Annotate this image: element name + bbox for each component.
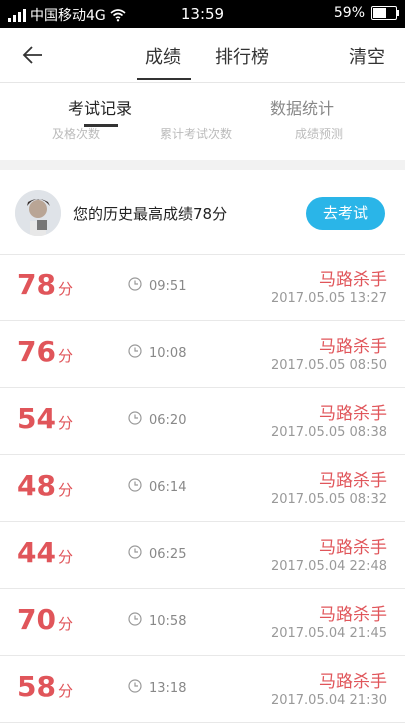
section-divider: [0, 160, 405, 170]
score-unit: 分: [57, 548, 73, 566]
record-title: 马路杀手: [319, 404, 387, 424]
record-title: 马路杀手: [319, 538, 387, 558]
score-value: 54: [17, 402, 56, 435]
record-row[interactable]: 58 分 13:18 马路杀手 2017.05.04 21:30: [0, 656, 405, 723]
status-bar: 中国移动4G 13:59 59%: [0, 0, 405, 28]
record-score: 44 分: [17, 536, 73, 569]
take-exam-button[interactable]: 去考试: [306, 197, 385, 230]
clock-icon: [128, 478, 142, 492]
record-title: 马路杀手: [319, 270, 387, 290]
record-score: 76 分: [17, 335, 73, 368]
tab-scores[interactable]: 成绩: [145, 43, 181, 69]
tab-ranking[interactable]: 排行榜: [215, 43, 269, 69]
record-row[interactable]: 48 分 06:14 马路杀手 2017.05.05 08:32: [0, 455, 405, 522]
score-value: 70: [17, 603, 56, 636]
stat-label-total-exams: 累计考试次数: [160, 127, 233, 141]
score-value: 48: [17, 469, 56, 502]
record-duration: 10:58: [149, 614, 187, 629]
back-arrow-icon[interactable]: [20, 40, 50, 70]
record-date: 2017.05.05 08:38: [270, 425, 387, 440]
record-duration: 06:25: [149, 547, 187, 562]
record-score: 48 分: [17, 469, 73, 502]
record-duration: 13:18: [149, 681, 187, 696]
record-date: 2017.05.05 08:32: [270, 492, 387, 507]
clock-icon: [128, 344, 142, 358]
stats-labels-row: 及格次数 累计考试次数 成绩预测: [0, 127, 405, 141]
record-title: 马路杀手: [319, 337, 387, 357]
record-date: 2017.05.05 08:50: [270, 358, 387, 373]
record-score: 58 分: [17, 670, 73, 703]
records-list: 78 分 09:51 马路杀手 2017.05.05 13:27 76 分 10:0…: [0, 254, 405, 723]
score-unit: 分: [57, 280, 73, 298]
score-unit: 分: [57, 347, 73, 365]
stat-label-pass-count: 及格次数: [52, 127, 101, 141]
score-value: 44: [17, 536, 56, 569]
subtab-exam-records[interactable]: 考试记录: [68, 95, 132, 119]
sub-tabs: 考试记录 数据统计: [0, 83, 405, 127]
clock-icon: [128, 679, 142, 693]
record-date: 2017.05.04 21:30: [270, 693, 387, 708]
record-title: 马路杀手: [319, 672, 387, 692]
record-date: 2017.05.04 22:48: [270, 559, 387, 574]
battery-percent: 59%: [333, 5, 365, 21]
score-value: 78: [17, 268, 56, 301]
record-duration: 10:08: [149, 346, 187, 361]
score-value: 76: [17, 335, 56, 368]
record-duration: 09:51: [149, 279, 187, 294]
score-unit: 分: [57, 615, 73, 633]
record-duration: 06:14: [149, 480, 187, 495]
top-nav: 成绩 排行榜 清空: [0, 28, 405, 83]
active-tab-indicator: [137, 78, 191, 80]
record-row[interactable]: 44 分 06:25 马路杀手 2017.05.04 22:48: [0, 522, 405, 589]
record-score: 54 分: [17, 402, 73, 435]
clock-icon: [128, 545, 142, 559]
score-unit: 分: [57, 481, 73, 499]
score-unit: 分: [57, 682, 73, 700]
best-score-text: 您的历史最高成绩78分: [73, 205, 228, 223]
clock-icon: [128, 411, 142, 425]
record-row[interactable]: 54 分 06:20 马路杀手 2017.05.05 08:38: [0, 388, 405, 455]
record-title: 马路杀手: [319, 605, 387, 625]
score-value: 58: [17, 670, 56, 703]
status-right: 59%: [333, 5, 399, 21]
clock-icon: [128, 277, 142, 291]
record-row[interactable]: 76 分 10:08 马路杀手 2017.05.05 08:50: [0, 321, 405, 388]
subtab-data-statistics[interactable]: 数据统计: [270, 95, 334, 119]
record-title: 马路杀手: [319, 471, 387, 491]
stat-label-prediction: 成绩预测: [295, 127, 344, 141]
record-score: 78 分: [17, 268, 73, 301]
avatar: [15, 190, 61, 236]
clock-icon: [128, 612, 142, 626]
record-row[interactable]: 78 分 09:51 马路杀手 2017.05.05 13:27: [0, 254, 405, 321]
score-unit: 分: [57, 414, 73, 432]
record-score: 70 分: [17, 603, 73, 636]
record-row[interactable]: 70 分 10:58 马路杀手 2017.05.04 21:45: [0, 589, 405, 656]
clear-button[interactable]: 清空: [349, 43, 385, 69]
battery-icon: [371, 6, 399, 20]
record-date: 2017.05.05 13:27: [270, 291, 387, 306]
record-date: 2017.05.04 21:45: [270, 626, 387, 641]
record-duration: 06:20: [149, 413, 187, 428]
